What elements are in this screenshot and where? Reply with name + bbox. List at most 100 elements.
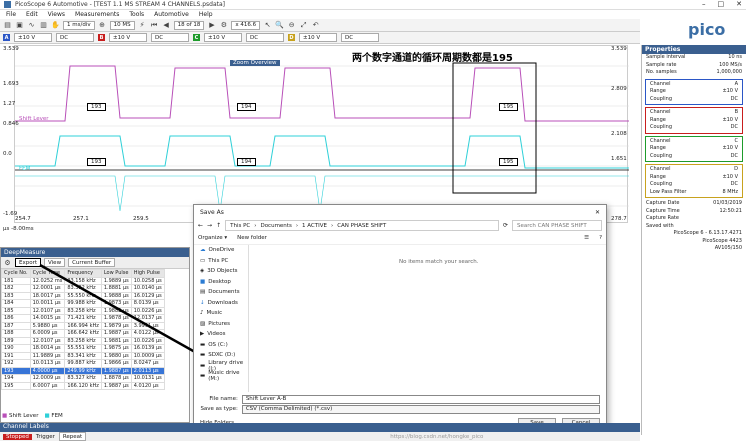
scope-icon[interactable]: ∿ xyxy=(27,21,36,30)
channel-a-range[interactable]: ±10 V xyxy=(14,33,52,42)
menu-tools[interactable]: Tools xyxy=(129,11,144,18)
channel-b-coupling[interactable]: DC xyxy=(151,33,189,42)
table-row[interactable]: 191 11.9889 μs 83.341 kHz 1.9880 μs 10.0009 … xyxy=(1,351,165,360)
table-row[interactable]: 188 6.0009 μs 166.642 kHz 1.9887 μs 4.0122 μ… xyxy=(1,329,165,338)
zoom-out-icon[interactable]: ⊖ xyxy=(287,21,296,30)
refresh-icon[interactable]: ⟳ xyxy=(503,222,508,229)
address-bar[interactable]: This PC › Documents › 1 ACTIVE › CAN PHASE SHI… xyxy=(225,220,499,231)
col-header[interactable]: Cycle Time xyxy=(29,269,66,278)
table-row[interactable]: 183 18.0017 μs 55.550 kHz 1.9888 μs 16.0129 … xyxy=(1,291,165,300)
nav-item-onedrive[interactable]: ☁ OneDrive xyxy=(194,245,248,256)
open-icon[interactable]: ▤ xyxy=(3,21,12,30)
zoom-overview-title[interactable]: Zoom Overview xyxy=(230,60,280,66)
save-icon[interactable]: ▣ xyxy=(15,21,24,30)
table-row[interactable]: 189 12.0107 μs 83.258 kHz 1.9881 μs 10.0226 … xyxy=(1,336,165,345)
channel-a-coupling[interactable]: DC xyxy=(56,33,94,42)
select-tool-icon[interactable]: ↖ xyxy=(263,21,272,30)
search-input[interactable]: Search CAN PHASE SHIFT xyxy=(512,220,602,231)
table-row[interactable]: 194 12.0009 μs 83.327 kHz 1.8878 μs 10.0131 … xyxy=(1,374,165,383)
channel-c-button[interactable]: C xyxy=(193,34,200,41)
channel-c-coupling[interactable]: DC xyxy=(246,33,284,42)
table-cell: 166.120 kHz xyxy=(64,381,102,390)
nav-item-3d-objects[interactable]: ◈ 3D Objects xyxy=(194,266,248,277)
channel-d-button[interactable]: D xyxy=(288,34,295,41)
table-row[interactable]: 195 6.0007 μs 166.120 kHz 1.9887 μs 4.0120 μ… xyxy=(1,381,165,390)
view-button[interactable]: View xyxy=(44,258,66,267)
trigger-icon[interactable]: ⚡ xyxy=(138,21,147,30)
minimize-icon[interactable]: – xyxy=(702,0,706,8)
nav-item-documents[interactable]: ▤ Documents xyxy=(194,287,248,298)
cycle-label: 193 xyxy=(87,103,106,111)
table-row[interactable]: 185 12.0107 μs 83.258 kHz 1.9882 μs 10.0226 … xyxy=(1,306,165,315)
maximize-icon[interactable]: □ xyxy=(718,0,725,8)
up-icon[interactable]: ↑ xyxy=(216,222,221,229)
table-row[interactable]: 182 12.0001 μs 83.332 kHz 1.8881 μs 10.0140 … xyxy=(1,284,165,293)
nav-item-music-drive[interactable]: ▬ Music drive (M:) xyxy=(194,370,248,382)
first-buffer-icon[interactable]: ⏮ xyxy=(150,21,159,30)
table-row[interactable]: 184 10.0011 μs 99.988 kHz 1.9873 μs 8.0139 μ… xyxy=(1,299,165,308)
channel-d-range[interactable]: ±10 V xyxy=(299,33,337,42)
zoom-in-icon[interactable]: 🔍 xyxy=(275,21,284,30)
buffer-select[interactable]: Current Buffer xyxy=(68,258,116,267)
next-buffer-icon[interactable]: ▶ xyxy=(207,21,216,30)
legend-shift[interactable]: ■ Shift Lever xyxy=(2,413,38,419)
col-header[interactable]: Cycle No. xyxy=(1,269,31,278)
file-name-input[interactable]: Shift Lever A-B xyxy=(241,394,600,404)
table-row[interactable]: 192 10.0113 μs 99.887 kHz 1.9866 μs 8.0247 μ… xyxy=(1,359,165,368)
dialog-close-icon[interactable]: ✕ xyxy=(595,209,600,216)
channel-c-range[interactable]: ±10 V xyxy=(204,33,242,42)
nav-item-pictures[interactable]: ▨ Pictures xyxy=(194,319,248,330)
timebase-select[interactable]: 1 ms/div xyxy=(63,20,95,30)
help-icon[interactable]: ? xyxy=(599,235,602,241)
nav-item-desktop[interactable]: ■ Desktop xyxy=(194,277,248,288)
channel-a-button[interactable]: A xyxy=(3,34,10,41)
close-icon[interactable]: ✕ xyxy=(736,0,742,8)
nav-item-downloads[interactable]: ↓ Downloads xyxy=(194,298,248,309)
table-row[interactable]: 187 5.9880 μs 166.994 kHz 1.9879 μs 3.9991 μ… xyxy=(1,321,165,330)
table-row[interactable]: 181 12.0252 ms 83.158 kHz 1.9889 μs 10.0258 … xyxy=(1,276,165,285)
zoom-factor[interactable]: x 416.6 xyxy=(231,20,261,30)
menu-help[interactable]: Help xyxy=(199,11,213,18)
organize-menu[interactable]: Organize ▾ xyxy=(198,235,227,241)
nav-item-this-pc[interactable]: ▭ This PC xyxy=(194,256,248,267)
file-list[interactable]: No items match your search. xyxy=(249,245,606,392)
menu-automotive[interactable]: Automotive xyxy=(154,11,189,18)
nav-item-os-c[interactable]: ▬ OS (C:) xyxy=(194,340,248,351)
table-row[interactable]: 193 4.0000 μs 249.99 kHz 1.9887 μs 2.0113 μs xyxy=(1,366,165,375)
col-header[interactable]: Frequency xyxy=(64,269,102,278)
fit-icon[interactable]: ⤢ xyxy=(299,21,308,30)
settings-icon[interactable]: ⚙ xyxy=(219,21,228,30)
menu-edit[interactable]: Edit xyxy=(26,11,38,18)
table-row[interactable]: 190 18.0014 μs 55.551 kHz 1.9875 μs 16.0139 … xyxy=(1,344,165,353)
menu-views[interactable]: Views xyxy=(48,11,65,18)
table-row[interactable]: 186 14.0015 μs 71.421 kHz 1.9878 μs 12.0137 … xyxy=(1,314,165,323)
gear-icon[interactable]: ⚙ xyxy=(3,258,12,267)
menu-file[interactable]: File xyxy=(6,11,16,18)
zoom-icon[interactable]: ⊕ xyxy=(98,21,107,30)
nav-item-music[interactable]: ♪ Music xyxy=(194,308,248,319)
hand-icon[interactable]: ✋ xyxy=(51,21,60,30)
col-header[interactable]: High Pulse xyxy=(130,269,165,278)
scope-plot[interactable]: 3.539 1.693 1.27 0.846 0.0 -1.69 3.539 2… xyxy=(3,45,629,223)
menu-measurements[interactable]: Measurements xyxy=(75,11,119,18)
prev-buffer-icon[interactable]: ◀ xyxy=(162,21,171,30)
legend-fem[interactable]: ■ FEM xyxy=(44,413,62,419)
back-icon[interactable]: ← xyxy=(198,222,203,229)
col-header[interactable]: Low Pulse xyxy=(100,269,132,278)
save-type-select[interactable]: CSV (Comma Delimited) (*.csv) xyxy=(241,404,600,414)
export-button[interactable]: Export xyxy=(15,258,42,267)
undo-zoom-icon[interactable]: ↶ xyxy=(311,21,320,30)
stopped-button[interactable]: Stopped xyxy=(3,433,32,440)
channel-b-button[interactable]: B xyxy=(98,34,105,41)
buffer-navigator[interactable]: 18 of 18 xyxy=(173,20,205,30)
nav-item-videos[interactable]: ▶ Videos xyxy=(194,329,248,340)
trigger-mode-select[interactable]: Repeat xyxy=(58,432,87,441)
spectrum-icon[interactable]: ▥ xyxy=(39,21,48,30)
new-folder-button[interactable]: New folder xyxy=(237,235,267,241)
forward-icon[interactable]: → xyxy=(207,222,212,229)
channel-d-coupling[interactable]: DC xyxy=(341,33,379,42)
channel-b-range[interactable]: ±10 V xyxy=(109,33,147,42)
view-options-icon[interactable]: ☰ xyxy=(584,235,589,241)
samples-select[interactable]: 10 MS xyxy=(109,20,135,30)
prop-row: Sample rate 100 MS/s xyxy=(646,61,742,68)
